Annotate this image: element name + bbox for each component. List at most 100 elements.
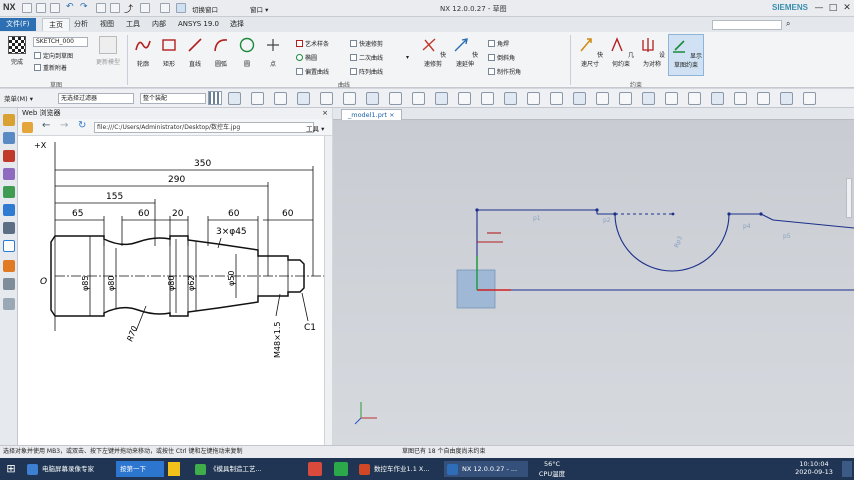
orient-icon[interactable] <box>619 92 632 105</box>
rectangle-button[interactable]: 矩形 <box>158 36 180 68</box>
conic-button[interactable]: 二次曲线 <box>350 53 383 62</box>
right-edge-tab[interactable] <box>846 178 852 218</box>
tangent-icon[interactable] <box>573 92 586 105</box>
fit-icon[interactable] <box>665 92 678 105</box>
spline-icon[interactable] <box>458 92 471 105</box>
tab-internal[interactable]: 内部 <box>146 18 172 31</box>
search-icon[interactable]: ⌕ <box>786 19 790 29</box>
reattach-button[interactable]: 重新附着 <box>34 63 67 72</box>
tab-close-icon[interactable]: × <box>389 111 394 119</box>
home-icon[interactable] <box>22 122 33 133</box>
clock-icon[interactable] <box>3 298 15 310</box>
history-icon[interactable] <box>3 222 15 234</box>
chamfer-button[interactable]: 倒斜角 <box>488 53 515 62</box>
roles-icon[interactable] <box>3 260 15 272</box>
back-icon[interactable]: ← <box>42 120 50 131</box>
fillet-button[interactable]: 角焊 <box>488 39 509 48</box>
more-curve-dropdown-icon[interactable]: ▾ <box>406 54 409 61</box>
curve-icon[interactable] <box>435 92 448 105</box>
quick-extend-button[interactable]: 快速延伸 <box>450 36 480 68</box>
snap-view-icon[interactable] <box>228 92 241 105</box>
selection-grid-icon[interactable] <box>208 91 222 105</box>
render-icon[interactable] <box>780 92 793 105</box>
arc-snap-icon[interactable] <box>412 92 425 105</box>
show-sketch-constraints-button[interactable]: 显示草图约束 <box>668 34 704 76</box>
point-snap-icon[interactable] <box>481 92 494 105</box>
arc-button[interactable]: 圆弧 <box>210 36 232 68</box>
tab-tools[interactable]: 工具 <box>120 18 146 31</box>
open-icon[interactable] <box>36 3 46 13</box>
tab-model1-prt[interactable]: _model1.prt × <box>341 109 402 120</box>
forward-icon[interactable]: → <box>60 120 68 131</box>
update-model-button[interactable]: 更新模型 <box>94 36 122 66</box>
clock[interactable]: 10:10:04 2020-09-13 <box>792 460 836 476</box>
repeat-command-icon[interactable]: ⤴ <box>124 2 133 15</box>
taskbar-item-mold[interactable]: 《模具制造工艺... <box>192 461 276 477</box>
graphics-window[interactable]: p1 p2 Rp3 p4 p5 <box>333 108 854 445</box>
tab-home[interactable]: 主页 <box>42 18 70 31</box>
web-browser-icon[interactable] <box>3 204 15 216</box>
new-icon[interactable] <box>50 3 60 13</box>
start-button[interactable]: ⊞ <box>3 462 19 476</box>
pan-icon[interactable] <box>711 92 724 105</box>
close-button[interactable]: ✕ <box>840 2 854 14</box>
filter-icon[interactable] <box>297 92 310 105</box>
center-icon[interactable] <box>504 92 517 105</box>
hd3d-tools-icon[interactable] <box>3 186 15 198</box>
delete-icon[interactable] <box>140 3 150 13</box>
panel-close-icon[interactable]: × <box>322 108 328 119</box>
line-button[interactable]: 直线 <box>184 36 206 68</box>
minimize-button[interactable]: — <box>812 2 826 14</box>
refresh-icon[interactable]: ↻ <box>78 120 86 131</box>
copy-icon[interactable] <box>96 3 106 13</box>
part-navigator-icon[interactable] <box>3 114 15 126</box>
zoom-icon[interactable] <box>642 92 655 105</box>
save-icon[interactable] <box>22 3 32 13</box>
type-filter-select[interactable]: 无选择过滤器 <box>58 93 134 104</box>
select-all-icon[interactable] <box>251 92 264 105</box>
system-scene-icon[interactable] <box>3 278 15 290</box>
command-search-input[interactable] <box>712 20 782 30</box>
window-menu[interactable]: 窗口 ▾ <box>250 4 268 14</box>
switch-window-button[interactable]: 切换窗口 <box>192 4 218 14</box>
taskbar-item-first[interactable]: 按第一下 <box>116 461 164 477</box>
taskbar-item-nx[interactable]: NX 12.0.0.27 - ... <box>444 461 528 477</box>
constraint-navigator-icon[interactable] <box>3 150 15 162</box>
tab-ansys[interactable]: ANSYS 19.0 <box>172 18 225 31</box>
rapid-dimension-button[interactable]: 快速尺寸 <box>575 36 605 68</box>
shaded-icon[interactable] <box>343 92 356 105</box>
tab-selection[interactable]: 选择 <box>224 18 250 31</box>
line-snap-icon[interactable] <box>389 92 402 105</box>
pattern-curve-button[interactable]: 阵列曲线 <box>350 67 383 76</box>
select-icon[interactable] <box>176 3 186 13</box>
paste-icon[interactable] <box>110 3 120 13</box>
orient-to-sketch-button[interactable]: 定向到草图 <box>34 51 73 60</box>
quick-trim-button[interactable]: 快速修剪 <box>418 36 448 68</box>
taskbar-item-ppt[interactable]: 数控车作业1.1 X... <box>356 461 440 477</box>
point-button[interactable]: 点 <box>262 36 284 68</box>
undo-icon[interactable]: ↶ <box>66 2 74 12</box>
process-studio-icon[interactable] <box>3 240 15 252</box>
app-icon[interactable] <box>308 462 322 476</box>
rotate-icon[interactable] <box>688 92 701 105</box>
tab-analysis[interactable]: 分析 <box>68 18 94 31</box>
more-icon[interactable] <box>803 92 816 105</box>
geometric-constraints-button[interactable]: 几何约束 <box>606 36 636 68</box>
layer-icon[interactable] <box>734 92 747 105</box>
media-icon[interactable] <box>334 462 348 476</box>
studio-spline-button[interactable]: 艺术样条 <box>296 39 329 48</box>
sketch-name-select[interactable]: SKETCH_000 <box>33 37 88 47</box>
app-a-icon[interactable] <box>168 462 180 476</box>
maximize-button[interactable]: □ <box>826 2 840 14</box>
make-symmetric-button[interactable]: 设为对称 <box>637 36 667 68</box>
circle-snap-icon[interactable] <box>527 92 540 105</box>
url-input[interactable]: file:///C:/Users/Administrator/Desktop/数… <box>94 122 314 133</box>
notification-icon[interactable] <box>842 461 852 477</box>
circle-button[interactable]: 圆 <box>236 36 258 68</box>
wireframe-icon[interactable] <box>366 92 379 105</box>
ellipse-button[interactable]: 椭圆 <box>296 53 317 62</box>
touch-mode-icon[interactable] <box>160 3 170 13</box>
tools-menu[interactable]: 工具 ▾ <box>306 123 324 133</box>
cross-icon[interactable] <box>550 92 563 105</box>
web-scrollbar[interactable] <box>324 136 332 445</box>
